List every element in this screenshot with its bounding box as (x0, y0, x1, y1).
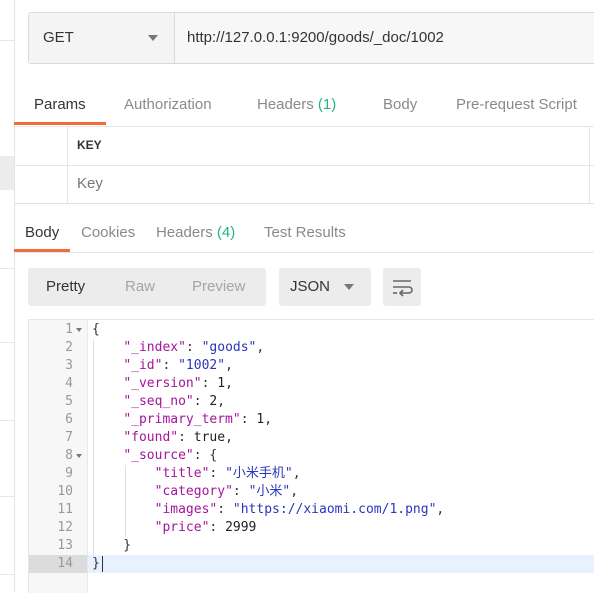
preview-button[interactable]: Preview (192, 278, 245, 295)
code-line: 2 "_index": "goods", (29, 339, 594, 357)
sidebar-edge (0, 0, 15, 592)
code-line: 13 } (29, 537, 594, 555)
line-number: 5 (65, 394, 73, 409)
tab-body[interactable]: Body (383, 96, 417, 113)
tab-authorization[interactable]: Authorization (124, 96, 212, 113)
response-headers-count: (4) (216, 224, 236, 241)
sidebar-divider (0, 342, 14, 343)
line-number: 9 (65, 466, 73, 481)
active-tab-indicator (14, 122, 106, 125)
format-label: JSON (290, 278, 331, 295)
line-number: 2 (65, 340, 73, 355)
code-line: 6 "_primary_term": 1, (29, 411, 594, 429)
code-text: "_id": "1002", (123, 358, 233, 373)
code-text: "_seq_no": 2, (123, 394, 226, 409)
tab-response-headers[interactable]: Headers (4) (156, 224, 235, 241)
code-text: "found": true, (123, 430, 233, 445)
tab-response-body[interactable]: Body (25, 224, 59, 241)
code-line: 8 "_source": { (29, 447, 594, 465)
line-number: 14 (57, 556, 73, 571)
code-line: 10 "category": "小米", (29, 483, 594, 501)
active-response-tab-indicator (14, 249, 70, 252)
code-line: 7 "found": true, (29, 429, 594, 447)
line-number: 4 (65, 376, 73, 391)
code-line: 12 "price": 2999 (29, 519, 594, 537)
checkbox-column-divider (67, 127, 68, 203)
line-number: 7 (65, 430, 73, 445)
code-text: "_version": 1, (123, 376, 233, 391)
wrap-lines-button[interactable] (383, 268, 421, 306)
line-number: 1 (65, 322, 73, 337)
sidebar-divider (0, 420, 14, 421)
sidebar-selected-item[interactable] (0, 156, 14, 190)
chevron-down-icon (344, 284, 354, 290)
request-bar: GET http://127.0.0.1:9200/goods/_doc/100… (28, 12, 594, 64)
fold-arrow-icon[interactable] (76, 454, 82, 458)
line-number: 3 (65, 358, 73, 373)
fold-arrow-icon[interactable] (76, 328, 82, 332)
code-line: 14} (29, 555, 594, 573)
code-text: } (92, 538, 132, 553)
raw-button[interactable]: Raw (125, 278, 155, 295)
code-text: "_primary_term": 1, (123, 412, 273, 427)
code-line: 3 "_id": "1002", (29, 357, 594, 375)
code-text: "category": "小米", (154, 484, 299, 499)
code-text: "price": 2999 (154, 520, 257, 535)
sidebar-divider (0, 496, 14, 497)
code-text: } (92, 556, 100, 571)
wrap-lines-icon (393, 280, 413, 297)
code-text: "images": "https://xiaomi.com/1.png", (154, 502, 445, 517)
text-cursor (102, 556, 103, 572)
sidebar-divider (0, 268, 14, 269)
code-line: 4 "_version": 1, (29, 375, 594, 393)
chevron-down-icon (148, 35, 158, 41)
line-number: 11 (57, 502, 73, 517)
code-text: { (92, 322, 100, 337)
response-tabs: Body Cookies Headers (4) Test Results (14, 216, 594, 253)
method-select[interactable]: GET (29, 13, 175, 63)
params-table: KEY (14, 127, 594, 204)
tab-test-results[interactable]: Test Results (264, 224, 346, 241)
key-input[interactable] (77, 175, 477, 192)
pretty-button[interactable]: Pretty (46, 278, 85, 295)
tab-pre-request-script[interactable]: Pre-request Script (456, 96, 577, 113)
sidebar-divider (0, 40, 14, 41)
url-input[interactable]: http://127.0.0.1:9200/goods/_doc/1002 (187, 29, 444, 46)
code-line: 5 "_seq_no": 2, (29, 393, 594, 411)
sidebar-divider (0, 574, 14, 575)
code-text: "_index": "goods", (123, 340, 265, 355)
tab-params[interactable]: Params (34, 96, 86, 113)
line-number: 6 (65, 412, 73, 427)
code-line: 1{ (29, 321, 594, 339)
code-line: 11 "images": "https://xiaomi.com/1.png", (29, 501, 594, 519)
code-line: 9 "title": "小米手机", (29, 465, 594, 483)
code-text: "_source": { (123, 448, 218, 463)
tab-headers[interactable]: Headers (1) (257, 96, 336, 113)
key-column-header: KEY (77, 138, 102, 152)
code-text: "title": "小米手机", (154, 466, 301, 481)
request-tabs: Params Authorization Headers (1) Body Pr… (14, 88, 594, 127)
tab-cookies[interactable]: Cookies (81, 224, 135, 241)
method-label: GET (43, 29, 74, 46)
response-code-editor[interactable]: 1{2 "_index": "goods", 3 "_id": "1002", 4 … (28, 319, 594, 593)
line-number: 8 (65, 448, 73, 463)
format-select[interactable]: JSON (279, 268, 371, 306)
view-mode-toggle: Pretty Raw Preview (28, 268, 266, 306)
headers-count: (1) (317, 96, 337, 113)
line-number: 10 (57, 484, 73, 499)
line-number: 12 (57, 520, 73, 535)
line-number: 13 (57, 538, 73, 553)
column-divider (589, 127, 590, 203)
